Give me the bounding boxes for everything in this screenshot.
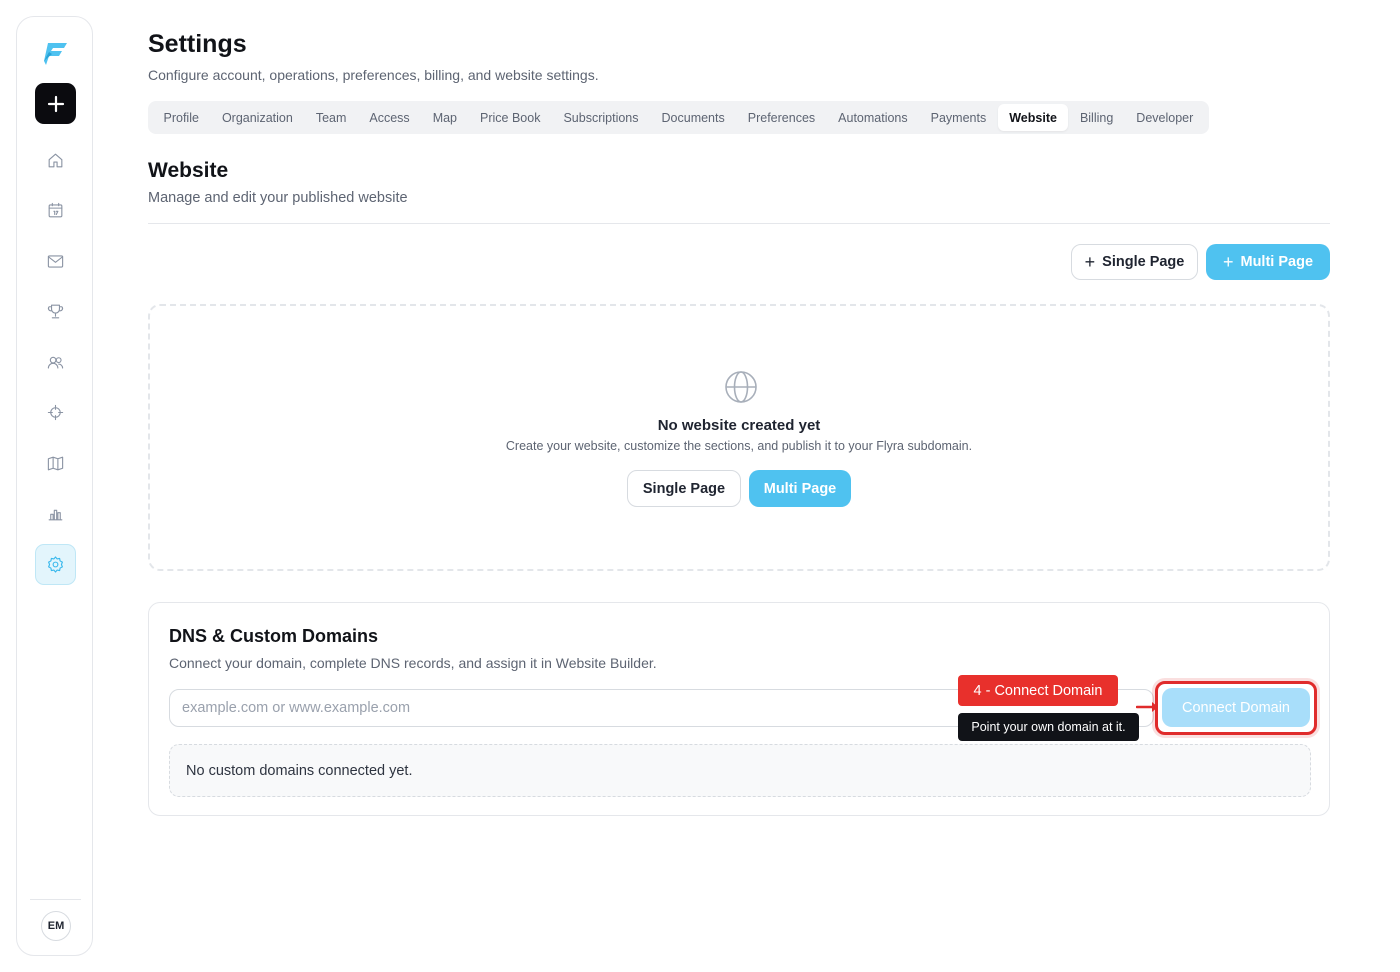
- empty-description: Create your website, customize the secti…: [505, 439, 973, 453]
- sidebar: EM: [16, 16, 93, 956]
- nav-reports[interactable]: [35, 493, 76, 534]
- tab-price-book[interactable]: Price Book: [469, 104, 552, 131]
- dns-title: DNS & Custom Domains: [169, 626, 379, 646]
- tab-organization[interactable]: Organization: [210, 104, 304, 131]
- tab-preferences[interactable]: Preferences: [736, 104, 826, 131]
- nav-trophy[interactable]: [35, 291, 76, 332]
- create-new-button[interactable]: [35, 83, 76, 124]
- nav-settings[interactable]: [35, 544, 76, 585]
- trophy-icon: [47, 304, 64, 319]
- home-icon: [48, 153, 63, 168]
- plus-icon: +: [1222, 252, 1234, 272]
- nav-customers[interactable]: [35, 342, 76, 383]
- nav-home[interactable]: [35, 140, 76, 181]
- bar-chart-icon: [48, 509, 63, 521]
- settings-tabs: Profile Organization Team Access Map Pri…: [148, 101, 1209, 134]
- tab-documents[interactable]: Documents: [650, 104, 736, 131]
- no-domains-message: No custom domains connected yet.: [169, 744, 1311, 797]
- page-title: Settings: [148, 30, 247, 58]
- page-subtitle: Configure account, operations, preferenc…: [148, 67, 599, 83]
- empty-single-page-button[interactable]: Single Page: [627, 470, 741, 507]
- multi-page-button[interactable]: + Multi Page: [1206, 244, 1330, 280]
- plus-icon: +: [1084, 252, 1096, 272]
- tab-map[interactable]: Map: [421, 104, 468, 131]
- tab-payments[interactable]: Payments: [919, 104, 998, 131]
- empty-multi-page-label: Multi Page: [763, 480, 837, 497]
- calendar-icon: [48, 202, 63, 218]
- nav-calendar[interactable]: [35, 190, 76, 231]
- empty-single-page-label: Single Page: [642, 480, 726, 497]
- empty-website-card: No website created yet Create your websi…: [148, 304, 1330, 571]
- sidebar-divider: [30, 899, 81, 900]
- tab-profile[interactable]: Profile: [152, 104, 210, 131]
- tab-website[interactable]: Website: [997, 104, 1069, 131]
- tab-access[interactable]: Access: [358, 104, 421, 131]
- gear-icon: [48, 556, 63, 573]
- crosshair-icon: [47, 404, 64, 421]
- mail-icon: [47, 255, 64, 268]
- avatar[interactable]: EM: [41, 911, 71, 941]
- empty-title: No website created yet: [657, 417, 821, 434]
- arrow-right-icon: [1135, 698, 1162, 716]
- tab-developer[interactable]: Developer: [1125, 104, 1205, 131]
- globe-icon: [724, 370, 758, 404]
- users-icon: [47, 356, 64, 369]
- tab-automations[interactable]: Automations: [827, 104, 919, 131]
- empty-multi-page-button[interactable]: Multi Page: [749, 470, 851, 507]
- tab-team[interactable]: Team: [304, 104, 358, 131]
- tooltip: Point your own domain at it.: [958, 713, 1139, 741]
- map-icon: [47, 456, 64, 471]
- tab-subscriptions[interactable]: Subscriptions: [552, 104, 650, 131]
- step-badge: 4 - Connect Domain: [958, 675, 1118, 706]
- flyra-logo-icon[interactable]: [40, 37, 72, 69]
- section-title: Website: [148, 159, 229, 182]
- section-divider: [148, 223, 1330, 224]
- single-page-button[interactable]: + Single Page: [1071, 244, 1198, 280]
- nav-mail[interactable]: [35, 241, 76, 282]
- nav-targets[interactable]: [35, 392, 76, 433]
- single-page-label: Single Page: [1102, 254, 1185, 270]
- section-subtitle: Manage and edit your published website: [148, 190, 408, 206]
- tab-billing[interactable]: Billing: [1068, 104, 1124, 131]
- multi-page-label: Multi Page: [1240, 254, 1314, 270]
- connect-domain-button[interactable]: Connect Domain: [1162, 688, 1310, 727]
- nav-map[interactable]: [35, 443, 76, 484]
- plus-icon: [47, 95, 64, 112]
- dns-description: Connect your domain, complete DNS record…: [169, 655, 657, 671]
